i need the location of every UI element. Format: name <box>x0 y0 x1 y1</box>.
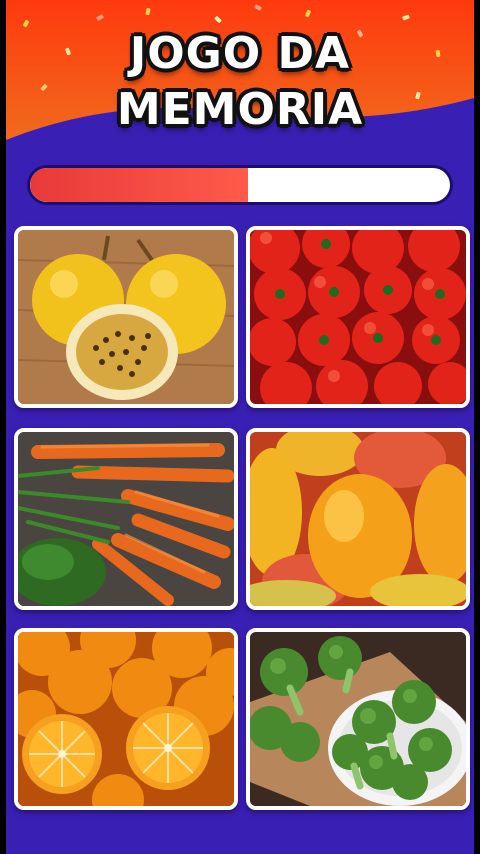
title-line-2: MEMORIA <box>116 84 364 135</box>
oranges-icon <box>18 632 234 806</box>
progress-fill <box>30 168 249 202</box>
memory-card-carrots[interactable] <box>14 428 238 610</box>
broccoli-icon <box>250 632 466 806</box>
passion-fruit-icon <box>18 230 234 404</box>
mangoes-icon <box>250 432 466 606</box>
memory-card-oranges[interactable] <box>14 628 238 810</box>
game-title: JOGO DA MEMORIA <box>6 26 474 138</box>
progress-bar <box>30 168 450 202</box>
memory-card-mangoes[interactable] <box>246 428 470 610</box>
title-line-1: JOGO DA <box>129 28 351 79</box>
carrots-icon <box>18 432 234 606</box>
game-screen: JOGO DA MEMORIA <box>6 0 474 854</box>
memory-card-broccoli[interactable] <box>246 628 470 810</box>
memory-card-tomatoes[interactable] <box>246 226 470 408</box>
tomatoes-icon <box>250 230 466 404</box>
memory-card-passion-fruit[interactable] <box>14 226 238 408</box>
